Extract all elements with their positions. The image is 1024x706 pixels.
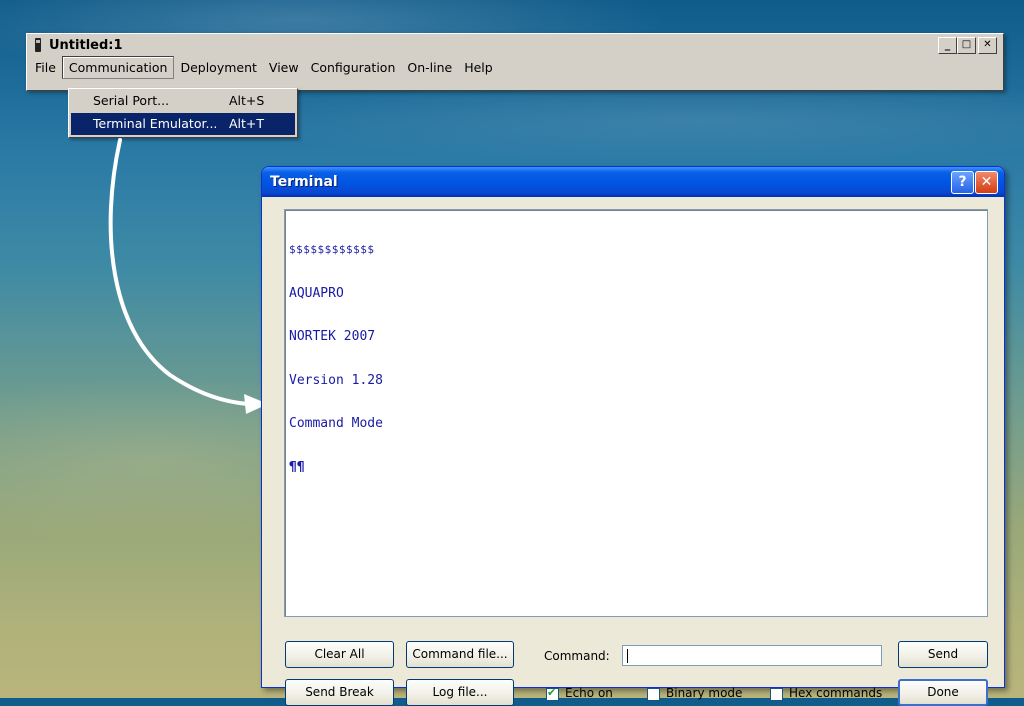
menu-configuration[interactable]: Configuration <box>305 57 402 78</box>
menu-item-serial-port[interactable]: Serial Port... Alt+S <box>71 90 295 112</box>
menubar: File Communication Deployment View Confi… <box>27 55 1003 79</box>
text-caret <box>627 649 628 663</box>
hex-commands-checkbox[interactable] <box>770 688 783 701</box>
button-label: Done <box>927 685 959 699</box>
app-title: Untitled:1 <box>49 37 123 53</box>
close-button[interactable]: ✕ <box>978 37 997 54</box>
terminal-line: ¶¶ <box>289 459 305 475</box>
terminal-line: Version 1.28 <box>289 372 383 388</box>
clear-all-button[interactable]: Clear All <box>285 641 394 668</box>
button-label: Clear All <box>314 647 365 661</box>
command-file-button[interactable]: Command file... <box>406 641 514 668</box>
menu-item-terminal-emulator[interactable]: Terminal Emulator... Alt+T <box>71 113 295 135</box>
button-label: Send Break <box>305 685 374 699</box>
maximize-button[interactable]: □ <box>957 37 976 54</box>
menu-item-accelerator: Alt+S <box>229 93 265 108</box>
help-icon[interactable]: ? <box>951 171 974 194</box>
menu-online[interactable]: On-line <box>401 57 458 78</box>
dialog-title: Terminal <box>270 174 338 190</box>
menu-deployment[interactable]: Deployment <box>174 57 262 78</box>
menu-communication[interactable]: Communication <box>61 55 175 79</box>
menu-view[interactable]: View <box>263 57 305 78</box>
menu-help[interactable]: Help <box>458 57 499 78</box>
done-button[interactable]: Done <box>898 679 988 706</box>
close-icon[interactable]: ✕ <box>975 171 998 194</box>
terminal-dialog: Terminal ? ✕ $$$$$$$$$$$$ AQUAPRO NORTEK… <box>261 166 1005 706</box>
button-label: Send <box>927 647 959 661</box>
menu-item-label: Terminal Emulator... <box>93 116 218 131</box>
menu-item-accelerator: Alt+T <box>229 116 265 131</box>
command-input[interactable] <box>622 645 882 666</box>
send-break-button[interactable]: Send Break <box>285 679 394 706</box>
terminal-line: NORTEK 2007 <box>289 329 376 344</box>
terminal-line: Command Mode <box>289 416 383 431</box>
send-button[interactable]: Send <box>898 641 988 668</box>
echo-on-checkbox[interactable] <box>546 686 559 701</box>
app-icon <box>35 38 41 52</box>
command-label: Command: <box>544 649 610 663</box>
minimize-button[interactable]: _ <box>938 37 957 54</box>
window-controls: _ □ ✕ <box>938 37 997 54</box>
app-window: Untitled:1 _ □ ✕ File Communication Depl… <box>26 33 1004 91</box>
dialog-body: $$$$$$$$$$$$ AQUAPRO NORTEK 2007 Version… <box>266 197 1000 706</box>
button-label: Log file... <box>432 685 488 699</box>
binary-mode-checkbox[interactable] <box>647 688 660 701</box>
menu-file[interactable]: File <box>29 57 62 78</box>
log-file-button[interactable]: Log file... <box>406 679 514 706</box>
dialog-titlebar: Terminal ? ✕ <box>262 167 1004 197</box>
terminal-line: AQUAPRO <box>289 285 344 301</box>
terminal-output[interactable]: $$$$$$$$$$$$ AQUAPRO NORTEK 2007 Version… <box>284 209 988 617</box>
communication-dropdown: Serial Port... Alt+S Terminal Emulator..… <box>68 88 298 138</box>
app-titlebar: Untitled:1 _ □ ✕ <box>27 34 1003 56</box>
terminal-line: $$$$$$$$$$$$ <box>289 243 375 256</box>
menu-item-label: Serial Port... <box>93 93 170 108</box>
button-label: Command file... <box>412 647 508 661</box>
